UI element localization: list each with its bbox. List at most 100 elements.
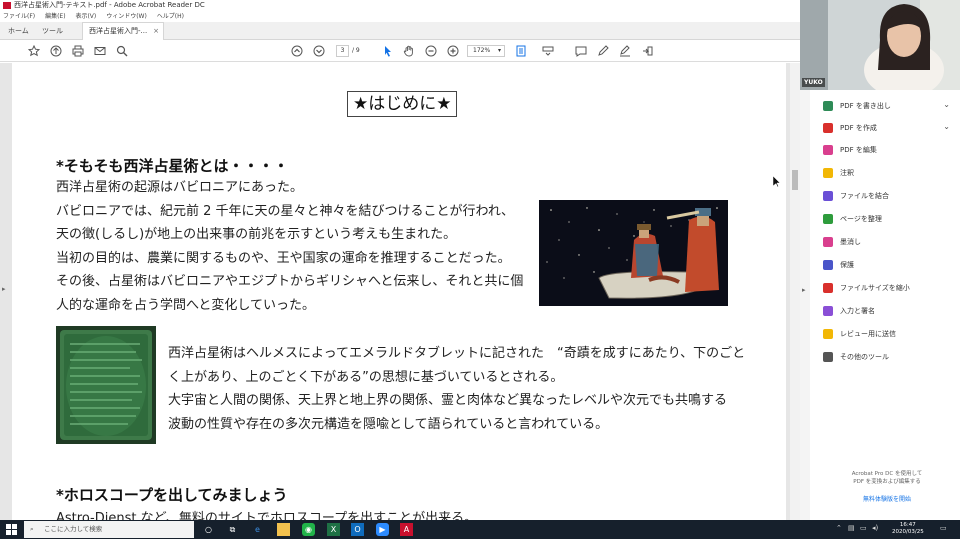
section-title: *ホロスコープを出してみましょう: [56, 486, 288, 504]
menu-help[interactable]: ヘルプ(H): [157, 13, 184, 20]
windows-start-icon[interactable]: [6, 524, 17, 535]
search-icon: ⌕: [30, 525, 34, 533]
tools-pane: PDF を書き出し ⌄ PDF を作成 ⌄ PDF を編集 注釈 ファイルを結合…: [800, 90, 960, 520]
tab-document-label: 西洋占星術入門-...: [89, 27, 148, 35]
zoom-app-icon[interactable]: ▶: [376, 523, 389, 536]
menu-window[interactable]: ウィンドウ(W): [106, 13, 147, 20]
acrobat-taskbar-icon[interactable]: A: [400, 523, 413, 536]
search-icon[interactable]: [114, 43, 130, 59]
outlook-icon[interactable]: O: [351, 523, 364, 536]
document-viewport[interactable]: ▸ ★はじめに★ *そもそも西洋占星術とは・・・・ 西洋占星術の起源はバビロニア…: [0, 63, 800, 520]
excel-icon[interactable]: X: [327, 523, 340, 536]
tool-edit-pdf[interactable]: PDF を編集: [823, 142, 877, 158]
display-icon[interactable]: ▭: [860, 524, 867, 532]
tool-comment[interactable]: 注釈: [823, 165, 854, 181]
tool-organize-pages[interactable]: ページを整理: [823, 211, 882, 227]
zoom-select[interactable]: 172% ▾: [467, 45, 505, 57]
cortana-icon[interactable]: ○: [202, 523, 215, 536]
tab-home[interactable]: ホーム: [8, 26, 29, 36]
star-icon[interactable]: [26, 43, 42, 59]
tool-send-review[interactable]: レビュー用に送信: [823, 326, 896, 342]
tool-label: ページを整理: [840, 215, 882, 223]
promo-line: Acrobat Pro DC を使用して: [851, 471, 923, 477]
acrobat-window: 西洋占星術入門-テキスト.pdf - Adobe Acrobat Reader …: [0, 0, 960, 539]
zoom-out-icon[interactable]: [423, 43, 439, 59]
organize-pages-icon: [823, 214, 833, 224]
tool-export-pdf[interactable]: PDF を書き出し: [823, 98, 891, 114]
compress-icon: [823, 283, 833, 293]
fit-page-icon[interactable]: [513, 43, 529, 59]
tool-redact[interactable]: 墨消し: [823, 234, 861, 250]
paragraph-line: Astro-Dienst など、無料のサイトでホロスコープを出すことが出来る。: [56, 511, 478, 520]
tab-tools[interactable]: ツール: [42, 26, 63, 36]
tool-label: 入力と署名: [840, 307, 875, 315]
upload-icon[interactable]: [48, 43, 64, 59]
taskbar-clock[interactable]: 16:47 2020/03/25: [892, 522, 924, 536]
tool-label: PDF を書き出し: [840, 102, 891, 110]
task-view-icon[interactable]: ⧉: [226, 523, 239, 536]
left-pane-toggle-icon[interactable]: ▸: [2, 285, 6, 293]
tool-more-tools[interactable]: その他のツール: [823, 349, 889, 365]
participant-name: YUKO: [802, 78, 825, 87]
volume-icon[interactable]: ◂): [872, 524, 878, 532]
chevron-down-icon[interactable]: ⌄: [943, 122, 950, 131]
sign-icon[interactable]: [617, 43, 633, 59]
tool-protect[interactable]: 保護: [823, 257, 854, 273]
share-icon[interactable]: [639, 43, 655, 59]
tool-combine-files[interactable]: ファイルを結合: [823, 188, 889, 204]
menu-edit[interactable]: 編集(E): [45, 13, 65, 20]
tray-expand-icon[interactable]: ⌃: [836, 524, 842, 532]
paragraph-line: 西洋占星術はヘルメスによってエメラルドタブレットに記された “奇蹟を成すにあたり…: [168, 346, 746, 361]
tool-label: 注釈: [840, 169, 854, 177]
right-pane-toggle[interactable]: ▸: [800, 90, 810, 520]
comment-icon[interactable]: [573, 43, 589, 59]
paragraph-line: 天の徴(しるし)が地上の出来事の前兆を示すという考えも生まれた。: [56, 227, 457, 242]
page-down-icon[interactable]: [311, 43, 327, 59]
paragraph-line: バビロニアでは、紀元前 2 千年に天の星々と神々を結びつけることが行われ、: [56, 204, 515, 219]
print-icon[interactable]: [70, 43, 86, 59]
combine-files-icon: [823, 191, 833, 201]
scroll-mode-icon[interactable]: [540, 43, 556, 59]
menu-file[interactable]: ファイル(F): [3, 13, 35, 20]
free-trial-link[interactable]: 無料体験版を開始: [827, 494, 947, 503]
taskbar-search-box[interactable]: ⌕ ここに入力して検索: [24, 521, 194, 538]
zoom-in-icon[interactable]: [445, 43, 461, 59]
select-cursor-icon[interactable]: [380, 43, 396, 59]
windows-taskbar: ⌕ ここに入力して検索 ○ ⧉ e ◉ X O ▶ A ⌃ ▤ ▭ ◂) 16:…: [0, 520, 960, 539]
hand-tool-icon[interactable]: [401, 43, 417, 59]
paragraph-line: その後、占星術はバビロニアやエジプトからギリシャへと伝来し、それと共に個: [56, 274, 524, 289]
emerald-tablet-image: [56, 326, 156, 444]
vertical-scrollbar[interactable]: [790, 63, 800, 520]
page-up-icon[interactable]: [289, 43, 305, 59]
tool-compress[interactable]: ファイルサイズを縮小: [823, 280, 910, 296]
pen-icon[interactable]: [595, 43, 611, 59]
tool-create-pdf[interactable]: PDF を作成: [823, 120, 877, 136]
close-tab-icon[interactable]: ×: [153, 23, 159, 40]
tool-fill-sign[interactable]: 入力と署名: [823, 303, 875, 319]
main-toolbar: 3 / 9 172% ▾: [0, 40, 800, 62]
tool-label: その他のツール: [840, 353, 889, 361]
babylonian-astronomers-illustration: [539, 200, 728, 306]
tool-label: PDF を編集: [840, 146, 877, 154]
send-review-icon: [823, 329, 833, 339]
tool-label: 墨消し: [840, 238, 861, 246]
line-icon[interactable]: ◉: [302, 523, 315, 536]
tab-document[interactable]: 西洋占星術入門-... ×: [82, 22, 164, 40]
edge-icon[interactable]: e: [251, 523, 264, 536]
page-number-input[interactable]: 3: [336, 45, 349, 57]
pro-promo-text: Acrobat Pro DC を使用して PDF を変換および編集する: [827, 470, 947, 486]
network-icon[interactable]: ▤: [848, 524, 855, 532]
mail-icon[interactable]: [92, 43, 108, 59]
title-bar: 西洋占星術入門-テキスト.pdf - Adobe Acrobat Reader …: [0, 0, 800, 11]
chevron-down-icon[interactable]: ⌄: [943, 100, 950, 109]
tool-label: PDF を作成: [840, 124, 877, 132]
edit-pdf-icon: [823, 145, 833, 155]
document-heading: ★はじめに★: [347, 91, 458, 117]
export-pdf-icon: [823, 101, 833, 111]
scrollbar-thumb[interactable]: [792, 170, 798, 190]
tool-label: 保護: [840, 261, 854, 269]
file-explorer-icon[interactable]: [277, 523, 290, 536]
notifications-icon[interactable]: ▭: [940, 524, 947, 532]
tool-label: ファイルサイズを縮小: [840, 284, 910, 292]
menu-view[interactable]: 表示(V): [75, 13, 96, 20]
